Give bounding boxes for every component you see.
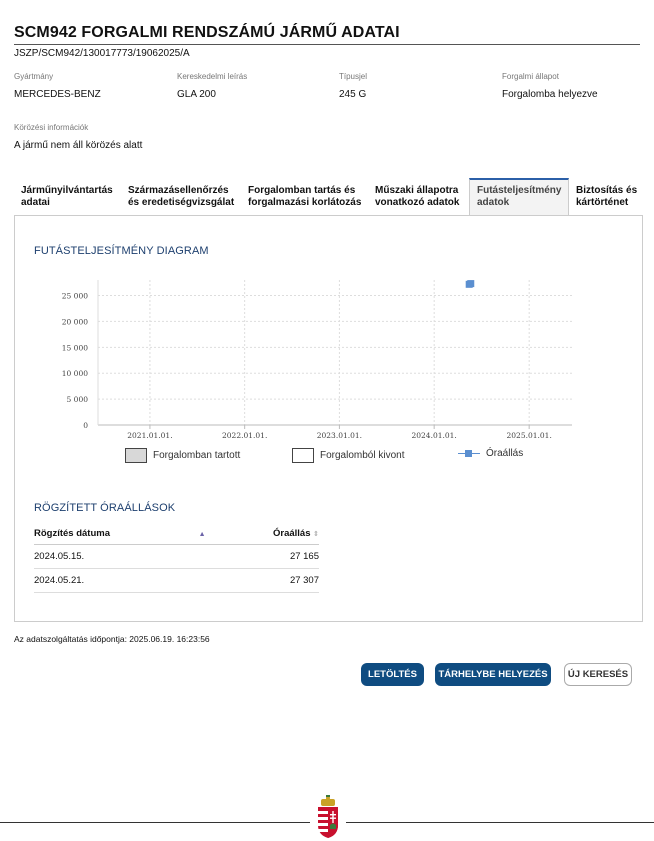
field-value: Forgalomba helyezve [502, 89, 598, 100]
download-button[interactable]: LETÖLTÉS [361, 663, 424, 686]
table-row: 2024.05.21. 27 307 [34, 568, 319, 593]
new-search-button[interactable]: ÚJ KERESÉS [564, 663, 632, 686]
field-label: Gyártmány [14, 72, 54, 81]
table-row: 2024.05.15. 27 165 [34, 544, 319, 569]
tab-label: kártörténet [576, 197, 629, 208]
tab-insurance[interactable]: Biztosítás és kártörténet [569, 178, 644, 216]
field-make: Gyártmány MERCEDES-BENZ [14, 72, 101, 100]
field-label: Körözési információk [14, 123, 89, 132]
tab-mileage[interactable]: Futásteljesítmény adatok [469, 178, 569, 216]
field-value: A jármű nem áll körözés alatt [14, 140, 143, 151]
tab-label: és eredetiségvizsgálat [128, 197, 235, 208]
legend-swatch [292, 448, 314, 463]
tab-label: Forgalomban tartás és [248, 185, 356, 196]
legend-swatch [125, 448, 147, 463]
reference-number: JSZP/SCM942/130017773/19062025/A [14, 48, 190, 59]
tab-label: Műszaki állapotra [375, 185, 459, 196]
hungarian-coat-of-arms-icon [318, 795, 338, 838]
field-status: Forgalmi állapot Forgalomba helyezve [502, 72, 598, 100]
store-button[interactable]: TÁRHELYBE HELYEZÉS [435, 663, 551, 686]
cell-date: 2024.05.15. [34, 544, 259, 569]
footer-divider-right [346, 822, 654, 823]
title-divider [14, 44, 640, 45]
field-value: 245 G [339, 89, 367, 100]
footer-divider-left [0, 822, 310, 823]
cell-date: 2024.05.21. [34, 568, 259, 593]
tab-label: adatai [21, 197, 50, 208]
legend-label: Forgalomban tartott [153, 450, 241, 461]
field-model: Kereskedelmi leírás GLA 200 [177, 72, 247, 100]
readings-table: Rögzítés dátuma ▲ Óraállás ⇕ 2024.05.15.… [34, 522, 319, 593]
col-header-label: Óraállás [272, 527, 311, 539]
field-type: Típusjel 245 G [339, 72, 367, 100]
tab-origin-check[interactable]: Származásellenőrzés és eredetiségvizsgál… [121, 178, 241, 216]
legend-mileage: Óraállás [458, 448, 523, 459]
legend-in-service: Forgalomban tartott [125, 448, 240, 463]
cell-value: 27 307 [258, 568, 319, 593]
page-title: SCM942 FORGALMI RENDSZÁMÚ JÁRMŰ ADATAI [14, 24, 400, 41]
tab-label: vonatkozó adatok [375, 197, 460, 208]
field-wanted: Körözési információk A jármű nem áll kör… [14, 123, 142, 151]
tab-label: Származásellenőrzés [128, 185, 229, 196]
legend-line-marker [458, 449, 480, 458]
field-value: GLA 200 [177, 89, 216, 100]
legend-withdrawn: Forgalomból kivont [292, 448, 404, 463]
legend-label: Forgalomból kivont [320, 450, 405, 461]
tab-label: Járműnyilvántartás [21, 185, 113, 196]
tab-technical-condition[interactable]: Műszaki állapotra vonatkozó adatok [368, 178, 469, 216]
col-header-date[interactable]: Rögzítés dátuma ▲ [34, 522, 259, 545]
legend-label: Óraállás [486, 448, 524, 459]
tab-bar: Járműnyilvántartás adatai Származásellen… [14, 178, 644, 216]
tab-vehicle-registry[interactable]: Járműnyilvántartás adatai [14, 178, 121, 216]
tab-circulation-restrictions[interactable]: Forgalomban tartás és forgalmazási korlá… [241, 178, 368, 216]
field-label: Típusjel [339, 72, 368, 81]
field-value: MERCEDES-BENZ [14, 89, 101, 100]
tab-label: Futásteljesítmény [477, 185, 562, 196]
col-header-label: Rögzítés dátuma [34, 527, 111, 539]
tab-label: adatok [477, 197, 510, 208]
tab-label: forgalmazási korlátozás [248, 197, 362, 208]
cell-value: 27 165 [258, 544, 319, 569]
sort-asc-icon[interactable]: ▲ [199, 531, 206, 538]
tab-label: Biztosítás és [576, 185, 638, 196]
col-header-value[interactable]: Óraállás ⇕ [258, 522, 319, 545]
sort-icon[interactable]: ⇕ [313, 531, 319, 538]
field-label: Forgalmi állapot [502, 72, 559, 81]
readings-title: RÖGZÍTETT ÓRAÁLLÁSOK [34, 502, 176, 514]
chart-title: FUTÁSTELJESÍTMÉNY DIAGRAM [34, 245, 209, 257]
field-label: Kereskedelmi leírás [177, 72, 248, 81]
data-timestamp: Az adatszolgáltatás időpontja: 2025.06.1… [14, 634, 210, 644]
